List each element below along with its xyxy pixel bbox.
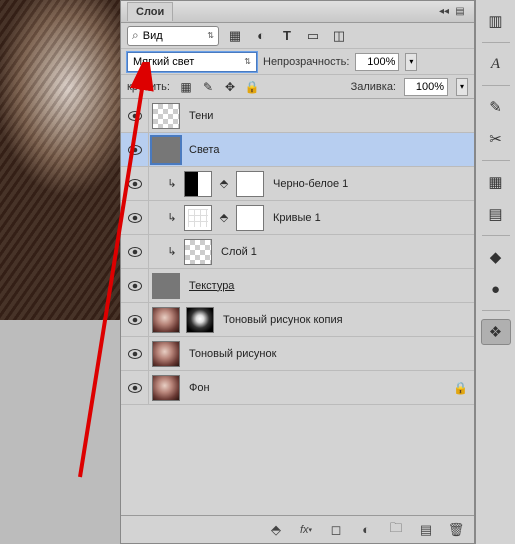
fill-dropdown[interactable]: ▾ [456, 78, 468, 96]
histogram-icon[interactable]: ▥ [481, 8, 511, 34]
canvas-area [0, 0, 120, 544]
layer-thumbnail[interactable] [152, 137, 180, 163]
swatches-icon[interactable]: ▦ [481, 169, 511, 195]
filter-pixel-icon[interactable]: ▦ [225, 26, 245, 46]
canvas-background [0, 320, 120, 544]
visibility-toggle[interactable] [121, 201, 149, 234]
tools-icon[interactable]: ✂ [481, 126, 511, 152]
right-toolbar: ▥ A ✎ ✂ ▦ ▤ ◆ ● ❖ [475, 0, 515, 544]
layer-row[interactable]: Текстура [121, 269, 474, 303]
link-icon: ⬘ [217, 211, 231, 225]
chevron-updown-icon: ⇅ [207, 31, 214, 40]
layers-icon[interactable]: ❖ [481, 319, 511, 345]
layer-name[interactable]: Тени [189, 110, 213, 122]
opacity-label: Непрозрачность: [263, 56, 349, 68]
adjustment-thumbnail[interactable] [184, 205, 212, 231]
layer-thumbnail[interactable] [152, 307, 180, 333]
filter-kind-select[interactable]: ⌕ Вид ⇅ [127, 26, 219, 46]
delete-layer-icon[interactable]: 🗑 [448, 522, 464, 538]
filter-type-icon[interactable]: T [277, 26, 297, 46]
layer-row[interactable]: Фон 🔒 [121, 371, 474, 405]
layer-name[interactable]: Тоновый рисунок [189, 348, 276, 360]
clip-icon: ↳ [165, 177, 179, 191]
fill-label: Заливка: [351, 81, 396, 93]
lock-label: крепить: [127, 81, 170, 93]
character-icon[interactable]: A [481, 51, 511, 77]
visibility-toggle[interactable] [121, 303, 149, 336]
color-icon[interactable]: ▤ [481, 201, 511, 227]
layer-row[interactable]: Тоновый рисунок [121, 337, 474, 371]
layer-name[interactable]: Слой 1 [221, 246, 257, 258]
layer-name[interactable]: Кривые 1 [273, 212, 321, 224]
visibility-toggle[interactable] [121, 269, 149, 302]
opacity-dropdown[interactable]: ▾ [405, 53, 417, 71]
layer-row[interactable]: Тоновый рисунок копия [121, 303, 474, 337]
panel-header: Слои ◂◂ ▤ [121, 1, 474, 23]
layers-list: Тени Света ↳ ⬘ Черно-белое 1 ↳ ⬘ Кривые 1 ↳ Слой … [121, 99, 474, 515]
layer-row[interactable]: Тени [121, 99, 474, 133]
layer-row[interactable]: ↳ ⬘ Черно-белое 1 [121, 167, 474, 201]
lock-icon: 🔒 [453, 381, 468, 395]
adjustment-thumbnail[interactable] [184, 171, 212, 197]
blend-opacity-toolbar: Мягкий свет ⇅ Непрозрачность: 100% ▾ [121, 49, 474, 75]
layer-name[interactable]: Света [189, 144, 219, 156]
panel-tab-layers[interactable]: Слои [127, 2, 173, 21]
layer-row[interactable]: ↳ ⬘ Кривые 1 [121, 201, 474, 235]
layer-style-icon[interactable]: fx▾ [298, 522, 314, 538]
panel-footer: ⬘ fx▾ ◻ ◐ 🗀 ▤ 🗑 [121, 515, 474, 543]
clip-icon: ↳ [165, 245, 179, 259]
filter-adjustment-icon[interactable]: ◐ [251, 26, 271, 46]
sphere-icon[interactable]: ● [481, 276, 511, 302]
blend-mode-select[interactable]: Мягкий свет ⇅ [127, 52, 257, 72]
filter-kind-label: Вид [143, 30, 163, 42]
search-icon: ⌕ [132, 28, 139, 43]
layer-name[interactable]: Тоновый рисунок копия [223, 314, 343, 326]
link-icon: ⬘ [217, 177, 231, 191]
layer-thumbnail[interactable] [152, 103, 180, 129]
visibility-toggle[interactable] [121, 99, 149, 132]
layer-name[interactable]: Фон [189, 382, 210, 394]
filter-shape-icon[interactable]: ▭ [303, 26, 323, 46]
layer-name[interactable]: Текстура [189, 280, 234, 292]
opacity-input[interactable]: 100% [355, 53, 399, 71]
mask-thumbnail[interactable] [186, 307, 214, 333]
collapse-icon[interactable]: ◂◂ [436, 6, 452, 18]
layer-filter-toolbar: ⌕ Вид ⇅ ▦ ◐ T ▭ ◫ [121, 23, 474, 49]
lock-pixels-icon[interactable]: ✎ [200, 79, 216, 95]
fill-input[interactable]: 100% [404, 78, 448, 96]
layer-row[interactable]: ↳ Слой 1 [121, 235, 474, 269]
visibility-toggle[interactable] [121, 337, 149, 370]
visibility-toggle[interactable] [121, 133, 149, 166]
layer-thumbnail[interactable] [152, 375, 180, 401]
layer-row[interactable]: Света [121, 133, 474, 167]
mask-thumbnail[interactable] [236, 171, 264, 197]
visibility-toggle[interactable] [121, 371, 149, 404]
cube-icon[interactable]: ◆ [481, 244, 511, 270]
blend-mode-value: Мягкий свет [133, 56, 194, 68]
link-layers-icon[interactable]: ⬘ [268, 522, 284, 538]
clip-icon: ↳ [165, 211, 179, 225]
layer-name[interactable]: Черно-белое 1 [273, 178, 348, 190]
new-layer-icon[interactable]: ▤ [418, 522, 434, 538]
layer-thumbnail[interactable] [184, 239, 212, 265]
mask-thumbnail[interactable] [236, 205, 264, 231]
brush-icon[interactable]: ✎ [481, 94, 511, 120]
layer-thumbnail[interactable] [152, 341, 180, 367]
layers-panel: Слои ◂◂ ▤ ⌕ Вид ⇅ ▦ ◐ T ▭ ◫ Мягкий свет … [120, 0, 475, 544]
lock-position-icon[interactable]: ✥ [222, 79, 238, 95]
lock-transparency-icon[interactable]: ▦ [178, 79, 194, 95]
layer-mask-icon[interactable]: ◻ [328, 522, 344, 538]
visibility-toggle[interactable] [121, 167, 149, 200]
filter-smartobject-icon[interactable]: ◫ [329, 26, 349, 46]
panel-menu-icon[interactable]: ▤ [452, 6, 468, 18]
visibility-toggle[interactable] [121, 235, 149, 268]
chevron-updown-icon: ⇅ [244, 57, 251, 66]
group-icon[interactable]: 🗀 [388, 522, 404, 538]
adjustment-layer-icon[interactable]: ◐ [358, 522, 374, 538]
lock-fill-toolbar: крепить: ▦ ✎ ✥ 🔒 Заливка: 100% ▾ [121, 75, 474, 99]
document-preview [0, 0, 140, 340]
layer-thumbnail[interactable] [152, 273, 180, 299]
lock-all-icon[interactable]: 🔒 [244, 79, 260, 95]
